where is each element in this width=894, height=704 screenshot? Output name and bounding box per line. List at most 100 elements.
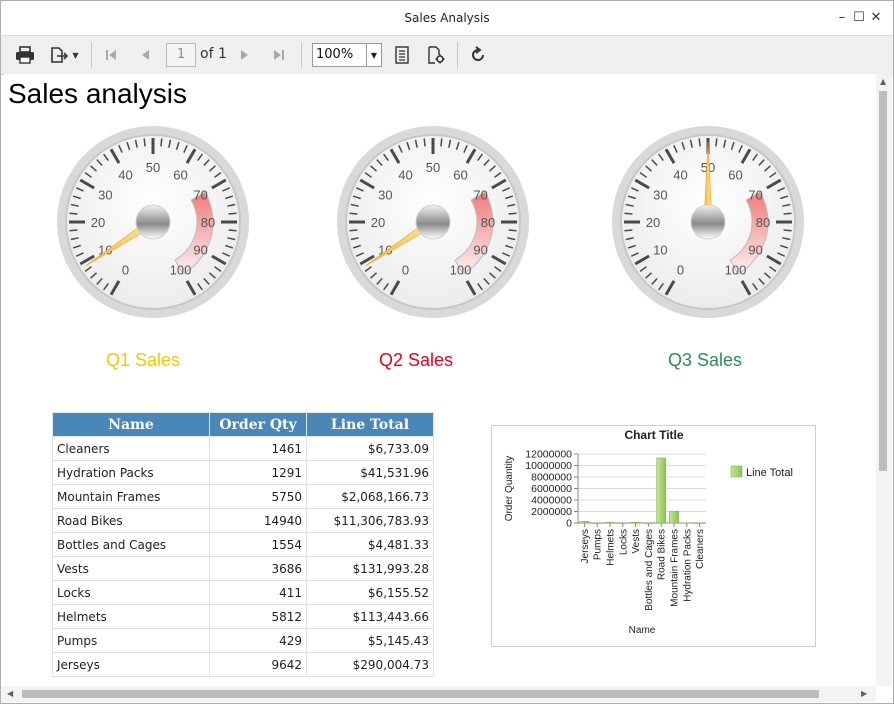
x-axis-tick-label: Locks [618,529,629,555]
q3-sales-gauge: 0102030405060708090100 [612,126,804,318]
gauge-minor-tick [783,212,792,215]
gauge-tick-label: 0 [402,263,409,278]
last-page-button[interactable] [269,44,289,66]
cell-line-total: $113,443.66 [306,604,434,629]
scroll-up-icon[interactable]: ▲ [880,77,886,86]
print-button[interactable] [13,44,37,66]
next-page-button[interactable] [235,44,255,66]
x-axis-tick-label: Pumps [593,529,604,560]
page-setup-icon [428,46,445,64]
scroll-right-icon[interactable]: ▶ [861,689,867,698]
cell-line-total: $131,993.28 [306,556,434,581]
gauge-tick-label: 20 [646,215,660,230]
cell-order-qty: 5750 [209,484,307,509]
y-axis-tick-label: 12000000 [525,449,572,461]
order-quantity-chart: Chart Title 0 2000000 4000000 6000000 8000000… [491,425,816,647]
cell-name: Road Bikes [52,508,210,533]
gauge-minor-tick [143,138,146,147]
table-row: Helmets 5812 $113,443.66 [52,604,434,629]
report-title: Sales analysis [8,78,187,109]
cell-name: Bottles and Cages [52,532,210,557]
gauge-tick-label: 100 [450,263,472,278]
chart-bar [656,457,667,524]
x-axis-tick-label: Hydration Packs [682,529,693,602]
gauge-tick-label: 50 [426,160,440,175]
table-row: Bottles and Cages 1554 $4,481.33 [52,532,434,557]
scroll-left-icon[interactable]: ◀ [7,689,13,698]
horizontal-scrollbar[interactable]: ◀ ▶ [1,686,876,702]
close-button[interactable]: ✕ [865,7,887,29]
y-axis-tick-label: 10000000 [525,460,572,472]
gauge-minor-tick [160,138,163,147]
q2-sales-gauge: 010203040 50 60708090100 [337,126,529,318]
title-bar: Sales Analysis – ☐ ✕ [1,1,893,35]
gauge-minor-tick [228,212,237,215]
previous-page-button[interactable] [135,44,155,66]
y-axis-tick-label: 0 [566,518,572,530]
x-axis-tick-label: Mountain Frames [670,529,681,607]
first-page-button[interactable] [101,44,121,66]
gauge-tick-label: 70 [748,188,762,203]
cell-line-total: $11,306,783.93 [306,508,434,533]
cell-order-qty: 1461 [209,436,307,461]
page-setup-button[interactable] [425,44,447,66]
gauge-minor-tick [624,212,633,215]
q2-sales-caption: Q2 Sales [378,350,454,370]
y-axis-tick-label: 4000000 [531,495,572,507]
page-layout-button[interactable] [391,44,413,66]
cell-name: Hydration Packs [52,460,210,485]
table-row: Pumps 429 $5,145.43 [52,628,434,653]
cell-order-qty: 14940 [209,508,307,533]
gauge-tick-label: 80 [201,215,215,230]
export-button[interactable]: ▼ [45,44,83,66]
x-axis-tick-label: Jerseys [580,529,591,563]
gauge-tick-label: 30 [378,188,392,203]
gauge-minor-tick [440,138,443,147]
vertical-scroll-thumb[interactable] [879,91,887,471]
cell-name: Cleaners [52,436,210,461]
gauge-tick-label: 70 [193,188,207,203]
refresh-button[interactable] [467,44,489,66]
x-axis-label: Name [629,625,656,636]
cell-order-qty: 411 [209,580,307,605]
gauge-hub [690,204,726,240]
cell-line-total: $6,733.09 [306,436,434,461]
gauge-tick-label: 100 [170,263,192,278]
gauge-tick-label: 60 [453,167,467,182]
gauge-tick-label: 60 [728,167,742,182]
vertical-scrollbar[interactable]: ▲ [876,74,892,686]
toolbar-separator [457,42,458,68]
cell-line-total: $290,004.73 [306,652,434,677]
refresh-icon [472,46,484,61]
horizontal-scroll-thumb[interactable] [22,690,819,698]
document-icon [395,46,409,64]
cell-order-qty: 9642 [209,652,307,677]
cell-name: Mountain Frames [52,484,210,509]
gauge-minor-tick [349,212,358,215]
gauge-tick-label: 40 [118,167,132,182]
y-axis-tick-label: 6000000 [531,483,572,495]
table-row: Hydration Packs 1291 $41,531.96 [52,460,434,485]
gauge-tick-label: 20 [91,215,105,230]
zoom-select[interactable]: 100% ▼ [312,43,382,67]
gauge-tick-label: 90 [193,243,207,258]
report-page: Sales analysis 0 10 20 30 40 50 60 70 80 90 100 01… [4,74,876,686]
sales-table: Name Order Qty Line Total Cleaners 1461 $6… [52,412,434,677]
gauge-tick-label: 90 [473,243,487,258]
gauge-tick-label: 90 [748,243,762,258]
gauge-minor-tick [715,138,718,147]
gauge-hub [135,204,171,240]
cell-order-qty: 1291 [209,460,307,485]
minimize-icon: – [838,10,846,25]
gauge-minor-tick [508,212,517,215]
gauge-tick-label: 40 [673,167,687,182]
gauge-tick-label: 30 [98,188,112,203]
current-page-input[interactable]: 1 [166,43,196,67]
chevron-down-icon: ▼ [366,44,381,66]
gauge-tick-label: 60 [173,167,187,182]
first-page-icon [106,50,116,60]
gauge-minor-tick [69,229,78,232]
table-row: Cleaners 1461 $6,733.09 [52,436,434,461]
q3-sales-caption: Q3 Sales [667,350,743,370]
cell-line-total: $4,481.33 [306,532,434,557]
